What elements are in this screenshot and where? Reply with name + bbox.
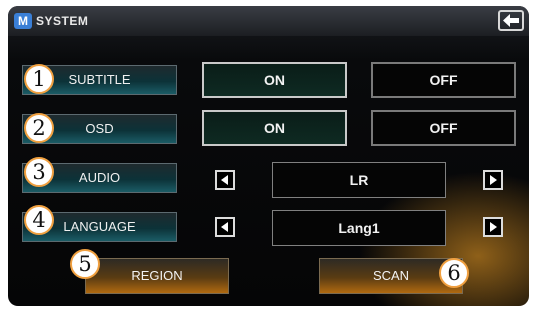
back-button[interactable] [498, 10, 524, 31]
back-arrow-icon [503, 14, 519, 27]
language-prev-button[interactable] [215, 217, 235, 237]
title-bar: M SYSTEM [8, 6, 529, 36]
app-icon: M [14, 13, 32, 29]
osd-off-option[interactable]: OFF [371, 110, 516, 146]
arrow-left-icon [221, 175, 228, 185]
osd-on-option[interactable]: ON [202, 110, 347, 146]
arrow-right-icon [490, 175, 497, 185]
callout-3: 3 [24, 157, 54, 187]
language-value: Lang1 [272, 210, 446, 246]
callout-4: 4 [24, 205, 54, 235]
subtitle-off-option[interactable]: OFF [371, 62, 516, 98]
audio-next-button[interactable] [483, 170, 503, 190]
audio-prev-button[interactable] [215, 170, 235, 190]
callout-1: 1 [24, 64, 54, 94]
page-title: SYSTEM [36, 14, 89, 28]
audio-value: LR [272, 162, 446, 198]
callout-6: 6 [439, 258, 469, 288]
system-settings-window: M SYSTEM SUBTITLE ON OFF OSD ON OFF AUDI… [8, 6, 529, 306]
language-next-button[interactable] [483, 217, 503, 237]
region-button[interactable]: REGION [85, 258, 229, 294]
arrow-right-icon [490, 222, 497, 232]
arrow-left-icon [221, 222, 228, 232]
subtitle-on-option[interactable]: ON [202, 62, 347, 98]
callout-5: 5 [70, 249, 100, 279]
callout-2: 2 [24, 113, 54, 143]
